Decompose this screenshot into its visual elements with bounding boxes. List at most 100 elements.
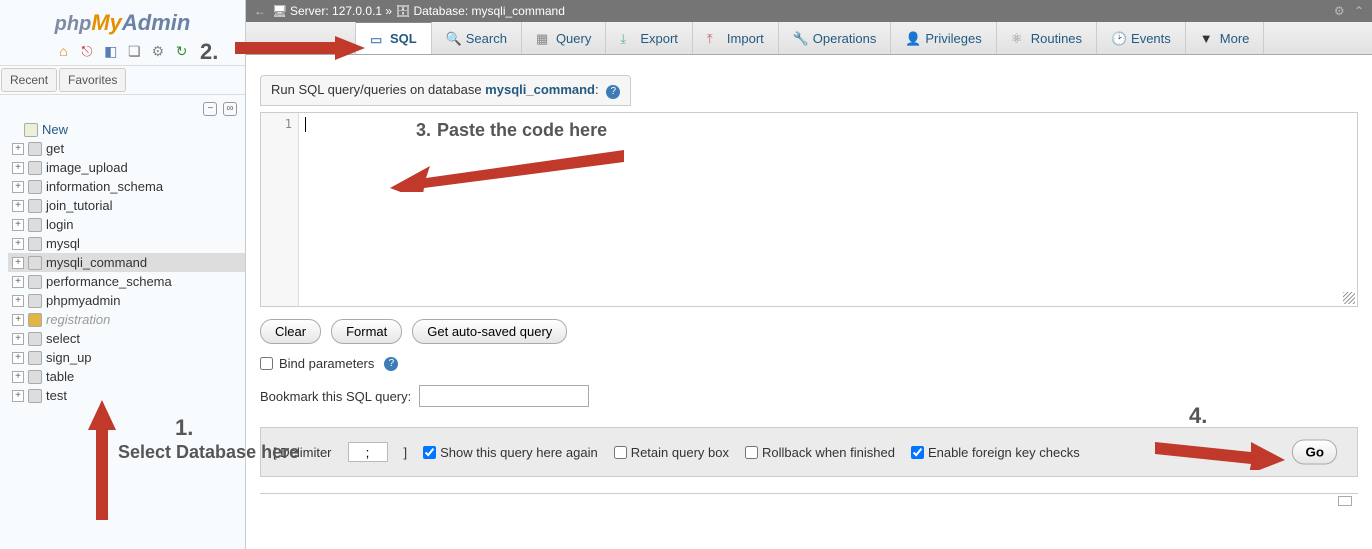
db-icon	[28, 199, 42, 213]
tree-item-login[interactable]: +login	[8, 215, 245, 234]
db-icon	[28, 389, 42, 403]
export-icon: ⤓	[620, 31, 634, 45]
expand-icon[interactable]: +	[12, 352, 24, 364]
server-label: Server:	[290, 4, 329, 18]
tab-events[interactable]: 🕑Events	[1097, 22, 1186, 54]
tab-operations[interactable]: 🔧Operations	[779, 22, 892, 54]
back-icon[interactable]: ←	[254, 4, 266, 18]
tab-query[interactable]: ▦Query	[522, 22, 606, 54]
button-row: Clear Format Get auto-saved query	[260, 319, 1358, 344]
clear-button[interactable]: Clear	[260, 319, 321, 344]
tree-item-registration[interactable]: +registration	[8, 310, 245, 329]
sql-icon[interactable]: ◧	[103, 43, 119, 59]
fk-checkbox[interactable]	[911, 446, 924, 459]
delimiter-input[interactable]	[348, 442, 388, 462]
gear-icon[interactable]: ⚙	[150, 43, 166, 59]
tree-item-join_tutorial[interactable]: +join_tutorial	[8, 196, 245, 215]
collapse-icon[interactable]: −	[203, 102, 217, 116]
tab-import[interactable]: ⤒Import	[693, 22, 779, 54]
tree-item-performance_schema[interactable]: +performance_schema	[8, 272, 245, 291]
db-icon	[28, 294, 42, 308]
breadcrumb: ← 🖥 Server: 127.0.0.1 » 🗄 Database: mysq…	[246, 0, 1372, 22]
chevron-up-icon[interactable]: ⌃	[1354, 4, 1364, 18]
expand-icon[interactable]: +	[12, 257, 24, 269]
db-icon	[28, 218, 42, 232]
exit-icon[interactable]: ⎋	[79, 43, 95, 59]
expand-icon[interactable]: +	[12, 219, 24, 231]
tree-item-sign_up[interactable]: +sign_up	[8, 348, 245, 367]
rollback-checkbox[interactable]	[745, 446, 758, 459]
rollback-option[interactable]: Rollback when finished	[745, 445, 895, 460]
retain-checkbox[interactable]	[614, 446, 627, 459]
tree-item-get[interactable]: +get	[8, 139, 245, 158]
expand-icon[interactable]: +	[12, 181, 24, 193]
format-button[interactable]: Format	[331, 319, 402, 344]
fk-option[interactable]: Enable foreign key checks	[911, 445, 1080, 460]
tree-item-image_upload[interactable]: +image_upload	[8, 158, 245, 177]
privileges-icon: 👤	[905, 31, 919, 45]
retain-option[interactable]: Retain query box	[614, 445, 729, 460]
content: Run SQL query/queries on database mysqli…	[246, 55, 1372, 523]
tree-item-test[interactable]: +test	[8, 386, 245, 405]
expand-icon[interactable]: +	[12, 314, 24, 326]
db-icon	[28, 161, 42, 175]
expand-icon[interactable]: +	[12, 162, 24, 174]
tiny-box-icon[interactable]	[1338, 496, 1352, 506]
expand-icon[interactable]: +	[12, 276, 24, 288]
docs-icon[interactable]: ❏	[126, 43, 142, 59]
db-icon	[28, 370, 42, 384]
expand-icon[interactable]: +	[12, 333, 24, 345]
routines-icon: ⚛	[1011, 31, 1025, 45]
sql-editor[interactable]: 1	[260, 112, 1358, 307]
tab-more[interactable]: ▼More	[1186, 22, 1265, 54]
server-link[interactable]: 127.0.0.1	[332, 4, 382, 18]
help-icon[interactable]: ?	[606, 85, 620, 99]
tab-routines[interactable]: ⚛Routines	[997, 22, 1097, 54]
expand-icon[interactable]: +	[12, 238, 24, 250]
expand-icon[interactable]: +	[12, 371, 24, 383]
show-again-checkbox[interactable]	[423, 446, 436, 459]
link-icon[interactable]: ∞	[223, 102, 237, 116]
bookmark-input[interactable]	[419, 385, 589, 407]
tab-privileges[interactable]: 👤Privileges	[891, 22, 996, 54]
tree-item-mysqli_command[interactable]: +mysqli_command	[8, 253, 245, 272]
recent-tab[interactable]: Recent	[1, 68, 57, 92]
tree-new[interactable]: New	[8, 120, 245, 139]
expand-icon[interactable]: +	[12, 143, 24, 155]
reload-icon[interactable]: ↻	[174, 43, 190, 59]
tree-item-mysql[interactable]: +mysql	[8, 234, 245, 253]
breadcrumb-right: ⚙ ⌃	[1328, 4, 1364, 18]
delimiter-close: ]	[404, 445, 408, 460]
phpmyadmin-logo[interactable]: phpMyAdmin	[0, 0, 245, 41]
bookmark-row: Bookmark this SQL query:	[260, 385, 1358, 407]
show-again-option[interactable]: Show this query here again	[423, 445, 598, 460]
editor-textarea[interactable]	[299, 113, 1357, 306]
tree-item-table[interactable]: +table	[8, 367, 245, 386]
go-button[interactable]: Go	[1292, 440, 1337, 465]
tab-search[interactable]: 🔍Search	[432, 22, 522, 54]
resize-handle[interactable]	[1343, 292, 1355, 304]
db-icon	[28, 237, 42, 251]
tab-export[interactable]: ⤓Export	[606, 22, 693, 54]
query-header: Run SQL query/queries on database mysqli…	[260, 75, 631, 106]
expand-icon[interactable]: +	[12, 295, 24, 307]
autosaved-button[interactable]: Get auto-saved query	[412, 319, 567, 344]
tree-item-phpmyadmin[interactable]: +phpmyadmin	[8, 291, 245, 310]
tree-item-select[interactable]: +select	[8, 329, 245, 348]
bind-parameters-checkbox[interactable]	[260, 357, 273, 370]
bind-parameters-label: Bind parameters	[279, 356, 374, 371]
lower-border	[260, 493, 1358, 503]
tree-item-information_schema[interactable]: +information_schema	[8, 177, 245, 196]
db-link[interactable]: mysqli_command	[472, 4, 565, 18]
import-icon: ⤒	[707, 31, 721, 45]
editor-gutter: 1	[261, 113, 299, 306]
settings-icon[interactable]: ⚙	[1334, 4, 1345, 18]
logo-php: php	[55, 13, 92, 35]
tab-sql[interactable]: ▭SQL	[356, 21, 432, 54]
expand-icon[interactable]: +	[12, 200, 24, 212]
search-icon: 🔍	[446, 31, 460, 45]
favorites-tab[interactable]: Favorites	[59, 68, 126, 92]
expand-icon[interactable]: +	[12, 390, 24, 402]
help-icon[interactable]: ?	[384, 357, 398, 371]
home-icon[interactable]: ⌂	[55, 43, 71, 59]
